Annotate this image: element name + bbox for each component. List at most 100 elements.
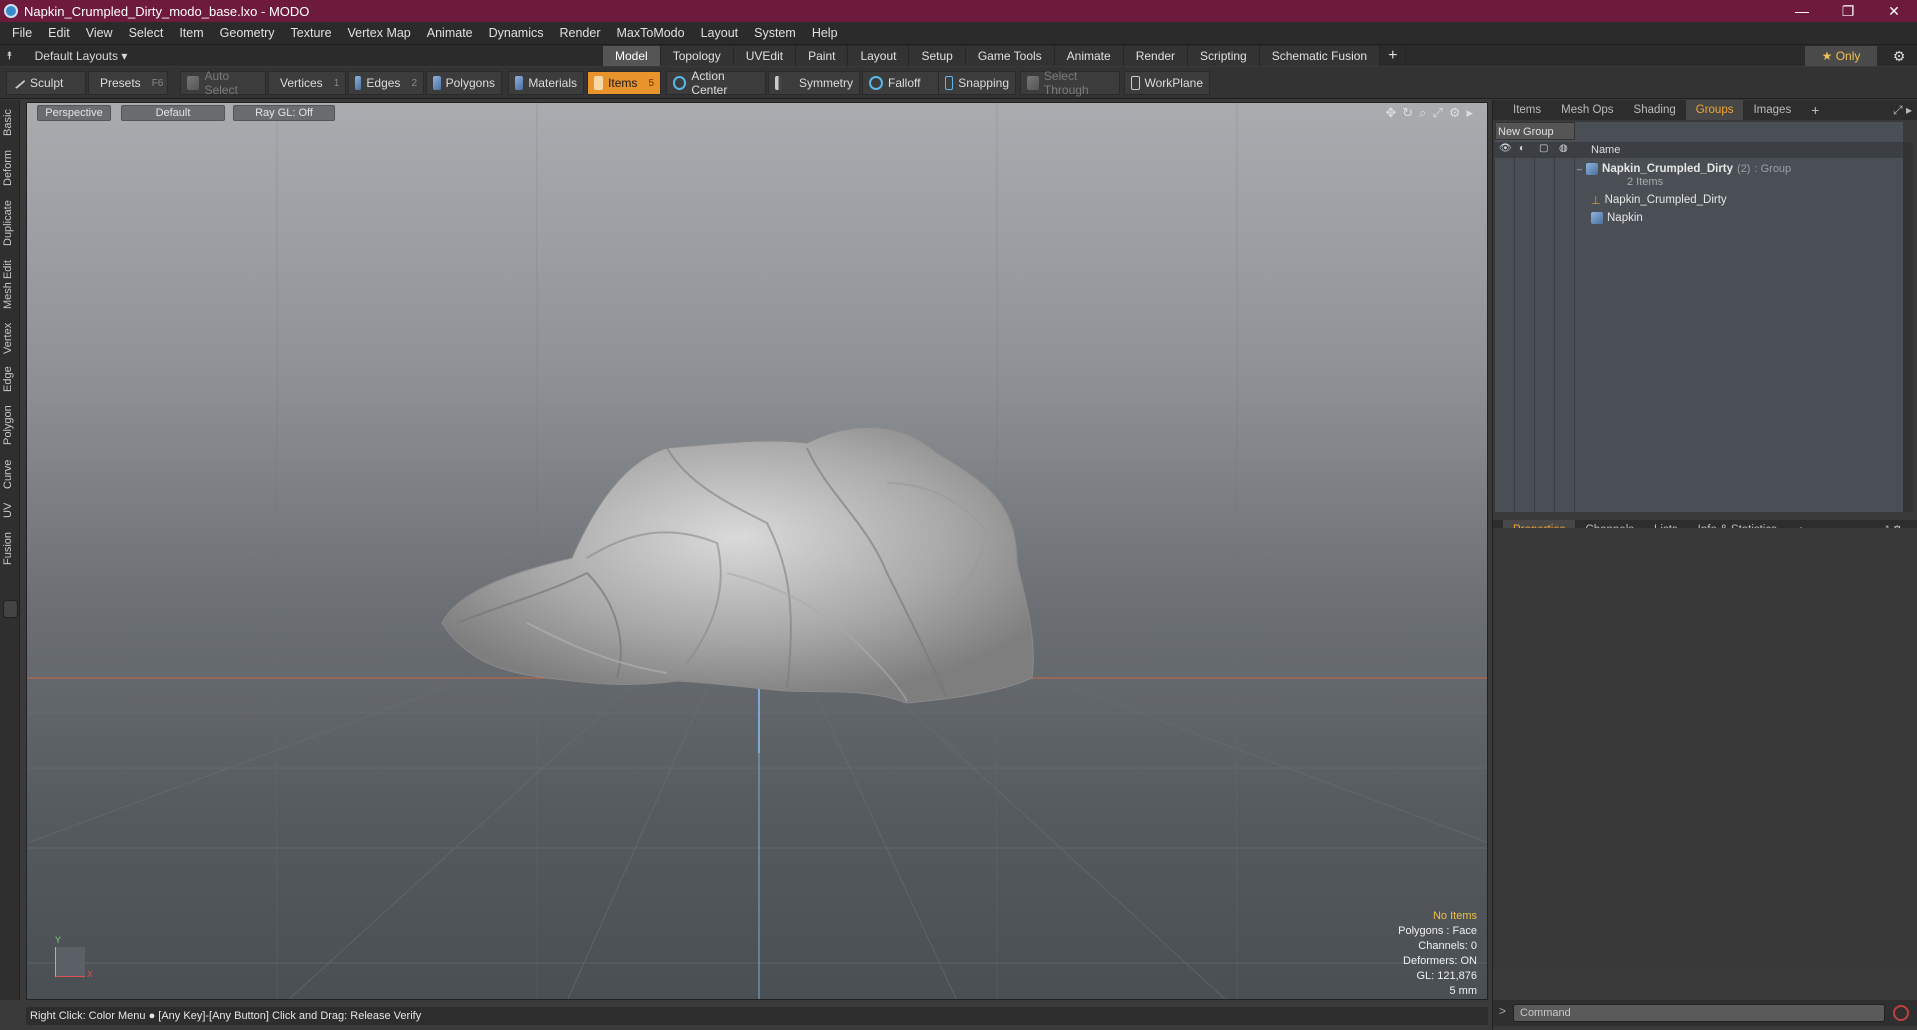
menu-render[interactable]: Render bbox=[552, 22, 609, 44]
only-toggle[interactable]: ★ Only bbox=[1805, 46, 1877, 66]
render-column bbox=[1515, 142, 1535, 512]
group-item-count: 2 Items bbox=[1627, 176, 1664, 188]
menu-vertex-map[interactable]: Vertex Map bbox=[340, 22, 419, 44]
title-bar: Napkin_Crumpled_Dirty_modo_base.lxo - MO… bbox=[0, 0, 1917, 22]
symmetry-icon bbox=[775, 76, 782, 90]
stat-unit: 5 mm bbox=[1449, 985, 1478, 997]
symmetry-button[interactable]: Symmetry bbox=[768, 71, 860, 95]
action-center-button[interactable]: Action Center bbox=[666, 69, 766, 97]
tab-curve[interactable]: Curve bbox=[2, 454, 18, 494]
workplane-label: WorkPlane bbox=[1144, 76, 1203, 90]
vertices-label: Vertices bbox=[280, 76, 323, 90]
fit-icon[interactable]: ⤢ bbox=[1432, 105, 1442, 121]
pan-icon[interactable]: ✥ bbox=[1385, 105, 1396, 121]
panel-toggle-button[interactable] bbox=[3, 600, 18, 618]
menu-layout[interactable]: Layout bbox=[693, 22, 747, 44]
properties-panel bbox=[1493, 528, 1917, 968]
tab-paint[interactable]: Paint bbox=[796, 46, 849, 66]
menu-edit[interactable]: Edit bbox=[40, 22, 78, 44]
edges-button[interactable]: Edges 2 bbox=[348, 71, 424, 95]
tab-duplicate[interactable]: Duplicate bbox=[2, 194, 18, 252]
name-column-header[interactable]: Name bbox=[1591, 142, 1620, 158]
new-group-button[interactable]: New Group bbox=[1495, 122, 1575, 140]
tab-uvedit[interactable]: UVEdit bbox=[733, 46, 797, 66]
materials-button[interactable]: Materials bbox=[508, 71, 584, 95]
items-icon bbox=[594, 76, 604, 90]
menu-maxtomodo[interactable]: MaxToModo bbox=[609, 22, 693, 44]
group-row[interactable]: – Napkin_Crumpled_Dirty (2) : Group bbox=[1577, 162, 1903, 176]
groups-scrollbar[interactable] bbox=[1903, 142, 1913, 512]
workplane-button[interactable]: WorkPlane bbox=[1124, 71, 1210, 95]
tab-deform[interactable]: Deform bbox=[2, 146, 18, 190]
viewport-stats: No Items Polygons : Face Channels: 0 Def… bbox=[1398, 909, 1477, 999]
tab-render[interactable]: Render bbox=[1123, 46, 1189, 66]
default-layouts-dropdown[interactable]: Default Layouts ▾ bbox=[35, 49, 128, 63]
menu-geometry[interactable]: Geometry bbox=[212, 22, 283, 44]
panel-expand-icon[interactable]: ⤢ ▸ bbox=[1893, 100, 1912, 120]
collapse-arrow-icon[interactable]: ⯭ bbox=[6, 50, 13, 63]
add-panel-tab-button[interactable]: + bbox=[1801, 100, 1829, 120]
tab-animate[interactable]: Animate bbox=[1054, 46, 1124, 66]
menu-select[interactable]: Select bbox=[121, 22, 172, 44]
presets-label: Presets bbox=[100, 76, 141, 90]
gear-icon[interactable]: ⚙ bbox=[1889, 46, 1909, 66]
menu-animate[interactable]: Animate bbox=[419, 22, 481, 44]
stop-record-icon[interactable] bbox=[1893, 1005, 1909, 1021]
tab-images[interactable]: Images bbox=[1743, 100, 1801, 120]
select-through-button[interactable]: Select Through bbox=[1020, 69, 1120, 97]
tab-schematic-fusion[interactable]: Schematic Fusion bbox=[1259, 46, 1381, 66]
tab-vertex[interactable]: Vertex bbox=[2, 318, 18, 358]
command-input[interactable] bbox=[1513, 1004, 1885, 1022]
viewport-settings-icon[interactable]: ⚙ bbox=[1449, 105, 1461, 121]
shading-mode-button[interactable]: Default bbox=[121, 105, 225, 121]
tab-game-tools[interactable]: Game Tools bbox=[965, 46, 1055, 66]
menu-help[interactable]: Help bbox=[804, 22, 846, 44]
window-title: Napkin_Crumpled_Dirty_modo_base.lxo - MO… bbox=[24, 3, 310, 19]
tab-model[interactable]: Model bbox=[603, 46, 661, 66]
list-item[interactable]: Napkin bbox=[1591, 210, 1917, 226]
items-button[interactable]: Items 5 bbox=[587, 71, 661, 95]
tab-scripting[interactable]: Scripting bbox=[1188, 46, 1260, 66]
tab-uv[interactable]: UV bbox=[2, 498, 18, 522]
tab-fusion[interactable]: Fusion bbox=[2, 526, 18, 570]
menu-file[interactable]: File bbox=[4, 22, 40, 44]
restore-button[interactable]: ❐ bbox=[1825, 0, 1871, 22]
tab-shading[interactable]: Shading bbox=[1624, 100, 1686, 120]
vertices-button[interactable]: Vertices 1 bbox=[268, 71, 346, 95]
tab-setup[interactable]: Setup bbox=[909, 46, 966, 66]
tab-groups[interactable]: Groups bbox=[1685, 100, 1744, 120]
tab-mesh-edit[interactable]: Mesh Edit bbox=[2, 256, 18, 314]
view-mode-button[interactable]: Perspective bbox=[37, 105, 111, 121]
expand-arrow-icon[interactable]: ▸ bbox=[1466, 105, 1473, 121]
viewport-nav-icons: ✥ ↻ ⌕ ⤢ ⚙ ▸ bbox=[1385, 105, 1473, 121]
menu-item[interactable]: Item bbox=[171, 22, 211, 44]
close-button[interactable]: ✕ bbox=[1871, 0, 1917, 22]
falloff-button[interactable]: Falloff bbox=[862, 71, 942, 95]
auto-select-button[interactable]: Auto Select bbox=[180, 69, 266, 97]
presets-button[interactable]: Presets F6 bbox=[88, 71, 168, 95]
list-item[interactable]: ⊥ Napkin_Crumpled_Dirty bbox=[1591, 192, 1917, 208]
tab-items[interactable]: Items bbox=[1503, 100, 1551, 120]
collapse-triangle-icon[interactable]: – bbox=[1577, 164, 1582, 174]
zoom-icon[interactable]: ⌕ bbox=[1419, 105, 1426, 121]
tab-layout[interactable]: Layout bbox=[848, 46, 910, 66]
add-tab-button[interactable]: + bbox=[1380, 46, 1407, 66]
menu-texture[interactable]: Texture bbox=[283, 22, 340, 44]
snapping-button[interactable]: Snapping bbox=[938, 71, 1016, 95]
raygl-toggle[interactable]: Ray GL: Off bbox=[233, 105, 335, 121]
tab-basic[interactable]: Basic bbox=[2, 104, 18, 142]
tab-topology[interactable]: Topology bbox=[660, 46, 734, 66]
3d-viewport[interactable]: Perspective Default Ray GL: Off ✥ ↻ ⌕ ⤢ … bbox=[26, 102, 1488, 1000]
minimize-button[interactable]: — bbox=[1779, 0, 1825, 22]
edges-icon bbox=[355, 76, 362, 90]
menu-dynamics[interactable]: Dynamics bbox=[481, 22, 552, 44]
stat-polygons: Polygons : Face bbox=[1398, 925, 1477, 937]
tab-mesh-ops[interactable]: Mesh Ops bbox=[1551, 100, 1623, 120]
tab-edge[interactable]: Edge bbox=[2, 362, 18, 396]
tab-polygon[interactable]: Polygon bbox=[2, 400, 18, 450]
rotate-icon[interactable]: ↻ bbox=[1402, 105, 1413, 121]
polygons-button[interactable]: Polygons bbox=[426, 71, 502, 95]
menu-view[interactable]: View bbox=[78, 22, 121, 44]
menu-system[interactable]: System bbox=[746, 22, 804, 44]
sculpt-button[interactable]: Sculpt bbox=[6, 71, 86, 95]
